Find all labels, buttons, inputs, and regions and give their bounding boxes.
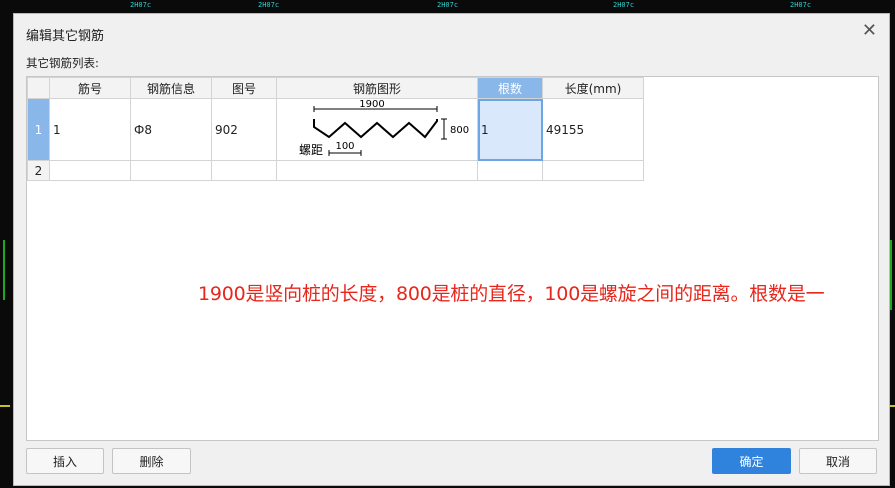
cad-label: 2H07c bbox=[790, 1, 812, 9]
header-bar-no[interactable]: 筋号 bbox=[49, 77, 131, 99]
delete-button[interactable]: 删除 bbox=[112, 448, 191, 474]
dialog-title: 编辑其它钢筋 bbox=[26, 29, 105, 44]
shape-pitch-caption: 螺距 bbox=[299, 143, 323, 157]
ok-button[interactable]: 确定 bbox=[712, 448, 791, 474]
cell-figure-no[interactable]: 902 bbox=[211, 98, 277, 161]
corner-cell[interactable] bbox=[27, 77, 50, 99]
row-number[interactable]: 1 bbox=[27, 98, 50, 161]
header-count[interactable]: 根数 bbox=[477, 77, 543, 99]
header-rebar-info[interactable]: 钢筋信息 bbox=[130, 77, 212, 99]
rebar-table: 筋号 钢筋信息 图号 钢筋图形 根数 长度(mm) 1 1 Ф8 902 190… bbox=[27, 77, 644, 181]
insert-button[interactable]: 插入 bbox=[26, 448, 104, 474]
cad-line bbox=[0, 405, 10, 407]
cad-label: 2H07c bbox=[130, 1, 152, 9]
header-rebar-shape[interactable]: 钢筋图形 bbox=[276, 77, 478, 99]
cell-figure-no[interactable] bbox=[211, 160, 277, 181]
shape-pitch-label: 100 bbox=[335, 141, 354, 152]
cell-rebar-info[interactable]: Ф8 bbox=[130, 98, 212, 161]
header-length[interactable]: 长度(mm) bbox=[542, 77, 644, 99]
rebar-grid: 筋号 钢筋信息 图号 钢筋图形 根数 长度(mm) 1 1 Ф8 902 190… bbox=[26, 76, 879, 441]
row-number[interactable]: 2 bbox=[27, 160, 50, 181]
cad-line bbox=[3, 240, 5, 300]
cad-label: 2H07c bbox=[613, 1, 635, 9]
cad-line bbox=[890, 240, 892, 310]
table-row[interactable]: 1 1 Ф8 902 1900 800 螺距 100 1 49155 bbox=[27, 98, 644, 161]
rebar-list-label: 其它钢筋列表: bbox=[26, 56, 99, 70]
spiral-rebar-diagram: 1900 800 螺距 100 bbox=[299, 99, 469, 157]
shape-diameter-label: 800 bbox=[450, 125, 469, 136]
header-row: 筋号 钢筋信息 图号 钢筋图形 根数 长度(mm) bbox=[27, 77, 644, 99]
cell-rebar-shape[interactable] bbox=[276, 160, 478, 181]
cell-length[interactable]: 49155 bbox=[542, 98, 644, 161]
cad-label: 2H07c bbox=[437, 1, 459, 9]
cell-bar-no[interactable]: 1 bbox=[49, 98, 131, 161]
header-figure-no[interactable]: 图号 bbox=[211, 77, 277, 99]
close-icon[interactable]: ✕ bbox=[862, 22, 877, 40]
cell-rebar-info[interactable] bbox=[130, 160, 212, 181]
cell-count[interactable]: 1 bbox=[477, 98, 543, 161]
annotation-note: 1900是竖向桩的长度，800是桩的直径，100是螺旋之间的距离。根数是一 bbox=[198, 283, 825, 305]
cad-label: 2H07c bbox=[258, 1, 280, 9]
cancel-button[interactable]: 取消 bbox=[799, 448, 877, 474]
cell-count[interactable] bbox=[477, 160, 543, 181]
table-row[interactable]: 2 bbox=[27, 160, 644, 181]
cell-bar-no[interactable] bbox=[49, 160, 131, 181]
cell-length[interactable] bbox=[542, 160, 644, 181]
cell-rebar-shape[interactable]: 1900 800 螺距 100 bbox=[276, 98, 478, 161]
shape-length-label: 1900 bbox=[359, 99, 384, 110]
edit-other-rebar-dialog: 编辑其它钢筋 ✕ 其它钢筋列表: 筋号 钢筋信息 图号 钢筋图形 根数 长度(m… bbox=[13, 13, 890, 486]
